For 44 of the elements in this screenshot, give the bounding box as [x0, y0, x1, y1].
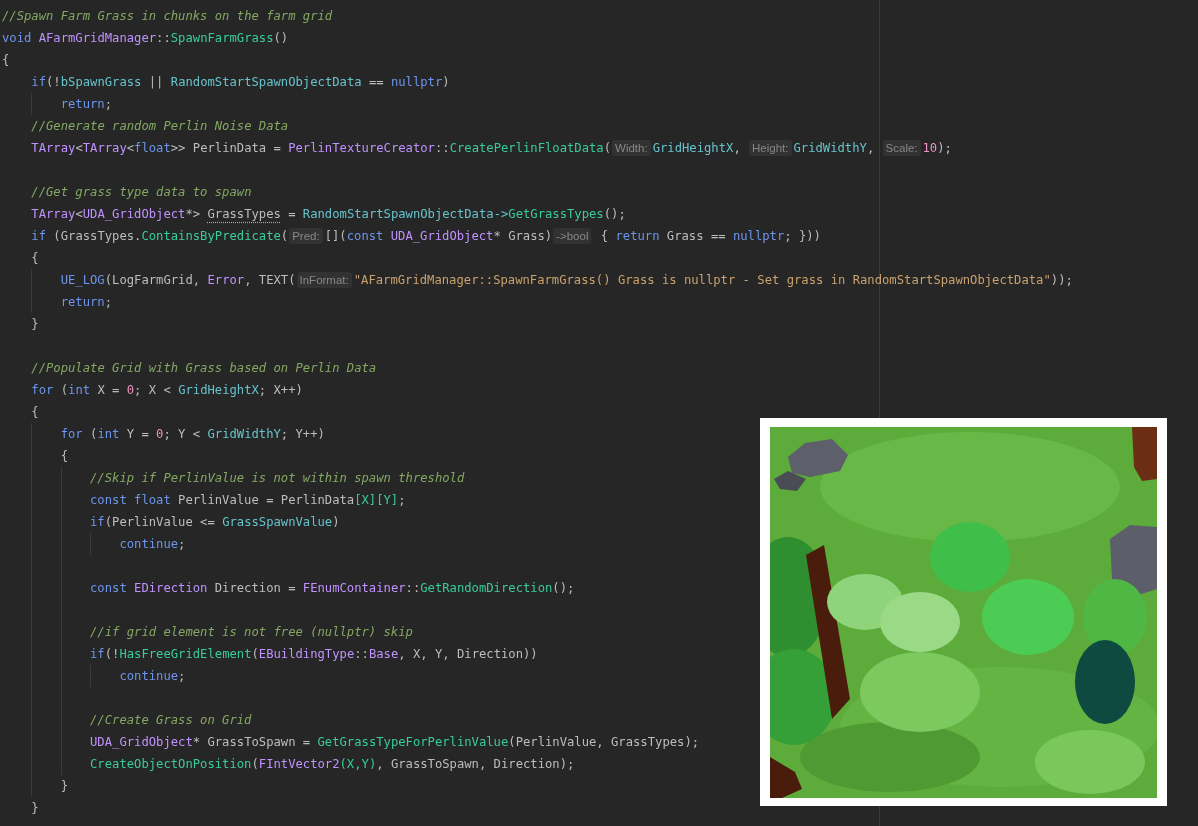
- code-text: {: [31, 405, 39, 419]
- inlay-hint: InFormat:: [296, 272, 352, 288]
- code-text: { return Grass == nullptr; })): [599, 229, 821, 243]
- code-comment: //Spawn Farm Grass in chunks on the farm grid: [2, 9, 333, 23]
- inlay-hint: Scale:: [882, 140, 921, 156]
- code-text: if (GrassTypes.ContainsByPredicate(: [31, 229, 289, 243]
- code-text: if(!bSpawnGrass || RandomStartSpawnObjectData == nullptr): [31, 75, 450, 89]
- code-text: void AFarmGridManager::SpawnFarmGrass(): [2, 31, 289, 45]
- code-text: 10);: [922, 141, 952, 155]
- code-text: }: [31, 801, 39, 815]
- code-text: TArray<UDA_GridObject*> GrassTypes = RandomStartSpawnObjectData->GetGrassTypes();: [31, 207, 626, 221]
- code-text: return;: [60, 97, 113, 111]
- inlay-hint: Pred:: [289, 228, 323, 244]
- code-text: [](const UDA_GridObject* Grass): [324, 229, 553, 243]
- code-text: {: [31, 251, 39, 265]
- code-text: const float PerlinValue = PerlinData[X][Y];: [90, 493, 406, 507]
- code-text: "AFarmGridManager::SpawnFarmGrass() Grass is nullptr - Set grass in RandomStartSpawnObjectData"));: [353, 273, 1073, 287]
- code-text: continue;: [119, 537, 186, 551]
- code-comment: //Create Grass on Grid: [90, 713, 252, 727]
- code-text: UE_LOG(LogFarmGrid, Error, TEXT(: [60, 273, 296, 287]
- code-text: {: [60, 449, 69, 463]
- code-comment: //Skip if PerlinValue is not within spawn threshold: [90, 471, 465, 485]
- code-comment: //if grid element is not free (nullptr) skip: [90, 625, 413, 639]
- code-text: GridWidthY,: [793, 141, 876, 155]
- code-text: CreateObjectOnPosition(FIntVector2(X,Y), GrassToSpawn, Direction);: [90, 757, 575, 771]
- code-text: for (int Y = 0; Y < GridWidthY; Y++): [60, 427, 325, 441]
- code-text: GridHeightX,: [652, 141, 742, 155]
- code-comment: //Get grass type data to spawn: [31, 185, 252, 199]
- code-text: return;: [60, 295, 113, 309]
- code-text: if(!HasFreeGridElement(EBuildingType::Base, X, Y, Direction)): [90, 647, 538, 661]
- code-text: }: [31, 317, 39, 331]
- inlay-hint: Height:: [749, 140, 792, 156]
- code-text: for (int X = 0; X < GridHeightX; X++): [31, 383, 303, 397]
- code-text: {: [2, 53, 10, 67]
- code-text: TArray<TArray<float>> PerlinData = PerlinTextureCreator::CreatePerlinFloatData(: [31, 141, 612, 155]
- code-text: UDA_GridObject* GrassToSpawn = GetGrassTypeForPerlinValue(PerlinValue, GrassTypes);: [90, 735, 700, 749]
- code-comment: //Generate random Perlin Noise Data: [31, 119, 289, 133]
- code-text: }: [60, 779, 69, 793]
- code-text: continue;: [119, 669, 186, 683]
- code-text: if(PerlinValue <= GrassSpawnValue): [90, 515, 340, 529]
- inlay-hint: Width:: [612, 140, 651, 156]
- code-comment: //Populate Grid with Grass based on Perlin Data: [31, 361, 377, 375]
- inlay-hint: ->bool: [553, 228, 592, 244]
- code-text: const EDirection Direction = FEnumContainer::GetRandomDirection();: [90, 581, 575, 595]
